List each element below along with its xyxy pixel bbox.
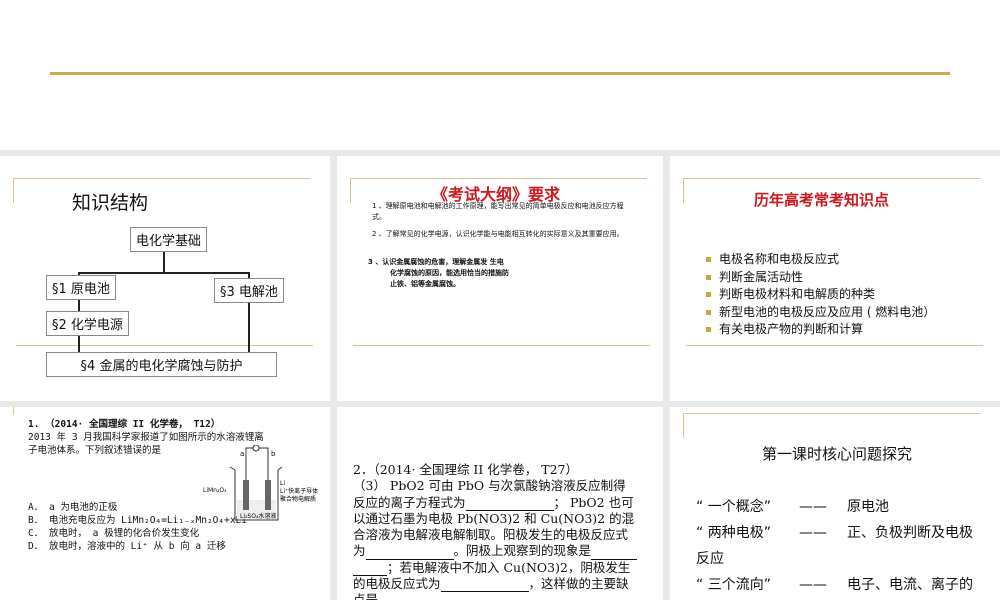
key-points-list: 电极名称和电极反应式 判断金属活动性 判断电极材料和电解质的种类 新型电池的电极反应及…	[706, 251, 935, 339]
slide-title: 知识结构	[72, 192, 149, 214]
svg-text:Li⁺快离子导体: Li⁺快离子导体	[280, 487, 318, 495]
question-head: 1. （2014· 全国理综 II 化学卷， T12）	[28, 419, 221, 430]
question-2-text: 2．（2014· 全国理综 II 化学卷， T27） （3） PbO2 可由 P…	[353, 462, 658, 600]
gold-divider	[50, 72, 950, 75]
node-4: §4 金属的电化学腐蚀与防护	[46, 352, 277, 377]
svg-text:a: a	[240, 450, 244, 458]
outline-item: 1 、理解原电池和电解池的工作原理，能写出常见的简单电极反应和电池反应方程式。	[372, 202, 624, 221]
svg-text:Li: Li	[280, 480, 285, 487]
slide-knowledge-structure[interactable]: 知识结构 电化学基础 §1 原电池 §3 电解池 §2 化学电源 §4 金属的电…	[0, 156, 330, 401]
slide-title: 历年高考常考知识点	[754, 191, 890, 209]
slide-exam-outline[interactable]: 《考试大纲》要求 1 、理解原电池和电解池的工作原理，能写出常见的简单电极反应和…	[337, 156, 663, 401]
slide-question-2[interactable]: 2．（2014· 全国理综 II 化学卷， T27） （3） PbO2 可由 P…	[337, 407, 663, 600]
outline-item: 2 、了解常见的化学电源，认识化学能与电能相互转化的实际意义及其重要应用。	[372, 230, 624, 238]
slide-core-questions[interactable]: 第一课时核心问题探究 “ 一个概念” —— 原电池 “ 两种电极” —— 正、负极判断及…	[670, 407, 1000, 600]
node-root: 电化学基础	[130, 227, 208, 252]
svg-text:聚合物电解质: 聚合物电解质	[280, 495, 316, 503]
node-3: §3 电解池	[214, 278, 284, 303]
slide-question-1[interactable]: 1. （2014· 全国理综 II 化学卷， T12） 2013 年 3 月我国…	[0, 407, 330, 600]
battery-diagram: a b LiMn₂O₄ LiLi⁺快离子导体聚合物电解质 Li₂SO₄水溶液	[203, 445, 318, 521]
svg-text:LiMn₂O₄: LiMn₂O₄	[203, 487, 227, 494]
svg-text:Li₂SO₄水溶液: Li₂SO₄水溶液	[240, 512, 276, 520]
core-list: “ 一个概念” —— 原电池 “ 两种电极” —— 正、负极判断及电极 反应 “ 三个流…	[696, 499, 973, 593]
slide-key-points[interactable]: 历年高考常考知识点 电极名称和电极反应式 判断金属活动性 判断电极材料和电解质的种类…	[670, 156, 1000, 401]
outline-item-3: 3 、认识金属腐蚀的危害，理解金属发 生电 化学腐蚀的原因，能选用恰当的措施防 止铁…	[368, 258, 509, 288]
svg-text:b: b	[271, 450, 276, 458]
top-blank-slide	[0, 0, 1000, 150]
slide-title: 第一课时核心问题探究	[762, 445, 913, 463]
node-2: §2 化学电源	[46, 311, 129, 336]
node-1: §1 原电池	[46, 275, 116, 300]
